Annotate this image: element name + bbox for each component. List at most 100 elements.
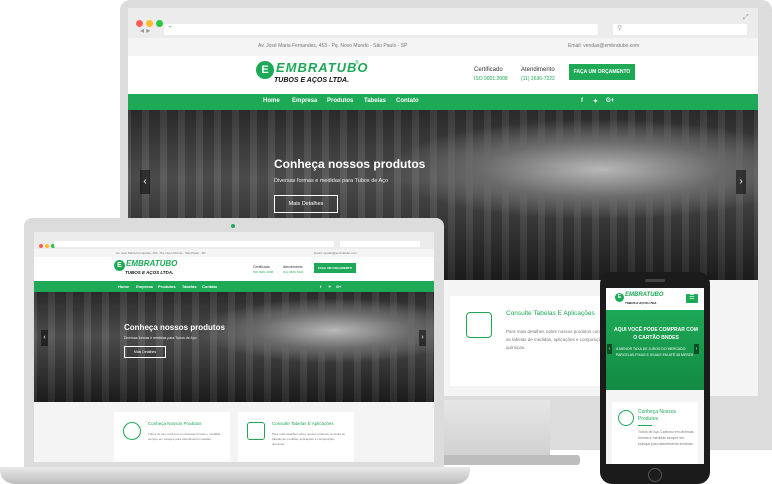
laptop-browser: Av. José Maria Fernandes, 453 - Pq. Novo… — [34, 232, 434, 462]
laptop-products-card-text: Tubos de Aço Carbono em diversas formas … — [148, 432, 221, 441]
nav-contato[interactable]: Contato — [396, 98, 419, 104]
slider-next-button[interactable]: › — [736, 170, 746, 194]
twitter-icon[interactable]: ✦ — [593, 98, 598, 105]
laptop-facebook-icon[interactable]: f — [320, 284, 321, 289]
laptop-tables-card-text: Para mais detalhes sobre nossos produtos… — [272, 432, 345, 446]
laptop-close-dot[interactable] — [39, 244, 43, 248]
nav-empresa[interactable]: Empresa — [292, 98, 317, 104]
back-icon[interactable]: ◂ ▸ — [140, 26, 150, 35]
phone-content-section: Conheça Nossos Produtos Tubos de Aço Car… — [606, 390, 704, 464]
laptop-products-card-icon — [123, 422, 141, 440]
laptop-topbar: Av. José Maria Fernandes, 453 - Pq. Novo… — [34, 249, 434, 257]
hero-details-button[interactable]: Mais Detalhes — [274, 195, 338, 213]
phone-promo-text: A MENOR TAXA DE JUROS DO MERCADO PARCELA… — [616, 347, 694, 357]
address-bar[interactable]: + — [164, 24, 598, 35]
phone-screen: E EMBRATUBO TUBOS E AÇOS LTDA. ☰ AQUI VO… — [606, 288, 704, 464]
laptop-content-section: Conheça Nossos Produtos Tubos de Aço Car… — [34, 402, 434, 462]
laptop-nav-home[interactable]: Home — [118, 284, 129, 289]
topbar: Av. José Maria Fernandes, 453 - Pq. Novo… — [128, 38, 758, 56]
logo-tagline: TUBOS E AÇOS LTDA. — [274, 77, 350, 84]
laptop-header: E EMBRATUBO TUBOS E AÇOS LTDA. Certifica… — [34, 257, 434, 281]
tables-card[interactable]: Consulte Tabelas E Aplicações Para mais … — [450, 296, 620, 386]
service-label: Atendimento — [521, 67, 555, 73]
phone-products-card-title: Conheça Nossos Produtos — [638, 409, 677, 422]
laptop-slider-next-button[interactable]: › — [419, 330, 426, 346]
search-bar[interactable]: ⚲ — [613, 24, 747, 35]
laptop-hero-subtitle: Diversas formas e medidas para Tubos de … — [124, 336, 197, 340]
laptop-nav-produtos[interactable]: Produtos — [158, 284, 176, 289]
laptop-tables-card-icon — [247, 422, 265, 440]
laptop-service-label: Atendimento — [283, 265, 303, 269]
tables-card-title: Consulte Tabelas E Aplicações — [506, 310, 595, 317]
google-plus-icon[interactable]: G+ — [606, 98, 614, 104]
phone-card-divider — [638, 425, 652, 426]
phone-products-card-text: Tubos de Aço Carbono em diversas formas … — [638, 430, 694, 446]
hero-subtitle: Diversas formas e medidas para Tubos de … — [274, 178, 389, 184]
laptop-products-card[interactable]: Conheça Nossos Produtos Tubos de Aço Car… — [114, 412, 230, 462]
phone-promo-title: AQUI VOCÊ PODE COMPRAR COM O CARTÃO BNDE… — [614, 327, 698, 341]
tables-card-icon — [466, 312, 492, 338]
laptop-cert-value: ISO 9001:2008 — [253, 270, 274, 274]
phone-home-button[interactable] — [648, 468, 662, 482]
phone-header: E EMBRATUBO TUBOS E AÇOS LTDA. ☰ — [606, 288, 704, 310]
laptop-camera — [231, 224, 235, 228]
laptop-nav-tabelas[interactable]: Tabelas — [182, 284, 197, 289]
phone-logo-badge[interactable]: E — [615, 293, 624, 302]
browser-toolbar: ◂ ▸ + ⚲ ⤢ — [128, 8, 758, 38]
laptop-topbar-email[interactable]: Email: vendas@embratubo.com — [314, 251, 357, 255]
laptop-nav-contato[interactable]: Contato — [202, 284, 217, 289]
laptop-nav-bar: Home Empresa Produtos Tabelas Contato f … — [34, 281, 434, 292]
phone-speaker — [645, 279, 665, 282]
nav-tabelas[interactable]: Tabelas — [364, 98, 386, 104]
fullscreen-icon[interactable]: ⤢ — [743, 14, 749, 22]
laptop-logo-badge[interactable]: E — [114, 260, 125, 271]
phone-slider-next-button[interactable]: › — [694, 344, 699, 354]
quote-button[interactable]: FAÇA UM ORÇAMENTO — [569, 64, 635, 80]
maximize-dot[interactable] — [156, 20, 163, 27]
topbar-email[interactable]: Email: vendas@embratubo.com — [568, 43, 639, 49]
tables-card-text: Para mais detalhes sobre nossos produtos… — [506, 329, 610, 350]
phone-slider-prev-button[interactable]: ‹ — [607, 344, 612, 354]
laptop-minimize-dot[interactable] — [45, 244, 49, 248]
cert-label: Certificado — [474, 67, 503, 73]
phone-menu-button[interactable]: ☰ — [686, 294, 698, 303]
phone-logo-tagline: TUBOS E AÇOS LTDA. — [625, 301, 658, 305]
laptop-hero-slider: Conheça nossos produtos Diversas formas … — [34, 292, 434, 402]
laptop-quote-button[interactable]: FAÇA UM ORÇAMENTO — [314, 263, 356, 273]
laptop-tables-card[interactable]: Consulte Tabelas E Aplicações Para mais … — [238, 412, 354, 462]
laptop-hero-details-button[interactable]: Mais Detalhes — [124, 346, 166, 358]
phone-products-card-icon — [618, 410, 634, 426]
laptop-products-card-title: Conheça Nossos Produtos — [148, 421, 202, 426]
phone-products-card[interactable]: Conheça Nossos Produtos Tubos de Aço Car… — [612, 402, 698, 464]
laptop-logo-tagline: TUBOS E AÇOS LTDA. — [125, 270, 174, 275]
cert-value: ISO 9001:2008 — [474, 76, 508, 82]
laptop-browser-toolbar — [34, 232, 434, 249]
laptop-search-bar[interactable] — [340, 241, 420, 247]
service-value: (11) 2636-7222 — [521, 76, 555, 82]
topbar-address: Av. José Maria Fernandes, 453 - Pq. Novo… — [258, 43, 408, 49]
nav-home[interactable]: Home — [263, 98, 280, 104]
laptop-cert-label: Certificado — [253, 265, 270, 269]
slider-prev-button[interactable]: ‹ — [140, 170, 150, 194]
laptop-slider-prev-button[interactable]: ‹ — [41, 330, 48, 346]
nav-bar: Home Empresa Produtos Tabelas Contato f … — [128, 94, 758, 110]
laptop-address-bar[interactable] — [54, 241, 334, 247]
nav-produtos[interactable]: Produtos — [327, 98, 353, 104]
laptop-nav-empresa[interactable]: Empresa — [136, 284, 153, 289]
laptop-topbar-address: Av. José Maria Fernandes, 453 - Pq. Novo… — [116, 251, 206, 255]
phone-promo-banner: AQUI VOCÊ PODE COMPRAR COM O CARTÃO BNDE… — [606, 310, 704, 390]
laptop-logo-name[interactable]: EMBRATUBO — [126, 259, 177, 268]
laptop-service-value: (11) 2636-7222 — [283, 270, 304, 274]
logo-badge[interactable]: E — [256, 61, 274, 79]
logo-reg: ® — [355, 60, 359, 66]
laptop-twitter-icon[interactable]: ✦ — [328, 284, 331, 289]
site-header: E EMBRATUBO ® TUBOS E AÇOS LTDA. Certifi… — [128, 56, 758, 94]
laptop-hero-title: Conheça nossos produtos — [124, 323, 225, 332]
facebook-icon[interactable]: f — [581, 98, 583, 104]
laptop-google-plus-icon[interactable]: G+ — [336, 284, 341, 289]
monitor-stand — [430, 400, 550, 460]
laptop-base — [0, 467, 470, 484]
laptop-tables-card-title: Consulte Tabelas E Aplicações — [272, 421, 334, 426]
hero-title: Conheça nossos produtos — [274, 157, 426, 171]
phone-logo-name[interactable]: EMBRATUBO — [625, 292, 664, 298]
